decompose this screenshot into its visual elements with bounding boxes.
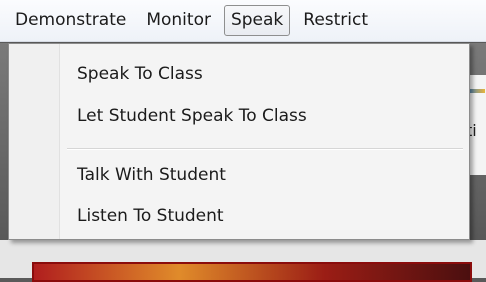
menu-bar: Demonstrate Monitor Speak Restrict [0, 0, 486, 42]
menu-monitor[interactable]: Monitor [139, 5, 218, 36]
student-thumbnail[interactable] [32, 262, 472, 282]
menu-demonstrate[interactable]: Demonstrate [8, 5, 133, 36]
menu-item-talk-with-student[interactable]: Talk With Student [77, 164, 226, 186]
speak-dropdown-menu: Speak To Class Let Student Speak To Clas… [8, 43, 470, 240]
menu-icon-gutter [9, 44, 60, 239]
menu-item-listen-to-student[interactable]: Listen To Student [77, 205, 224, 227]
menu-speak[interactable]: Speak [223, 5, 291, 36]
menu-separator [67, 148, 463, 150]
menu-restrict[interactable]: Restrict [296, 5, 375, 36]
menu-item-let-student-speak-to-class[interactable]: Let Student Speak To Class [77, 105, 307, 127]
menu-item-speak-to-class[interactable]: Speak To Class [77, 63, 203, 85]
